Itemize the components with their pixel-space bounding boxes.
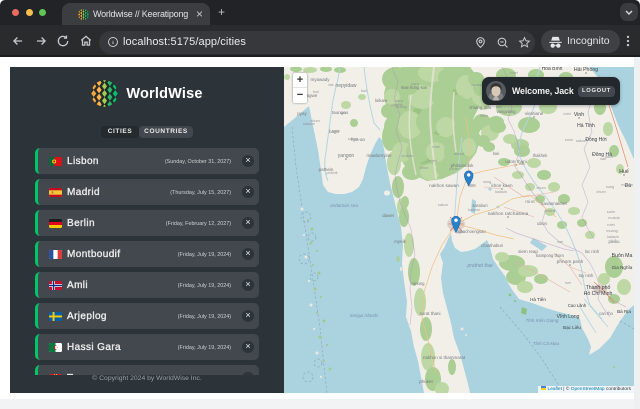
svg-text:phnom penh: phnom penh: [557, 259, 584, 265]
svg-text:nong: nong: [483, 180, 491, 184]
svg-text:tak: tak: [328, 83, 333, 87]
svg-text:sakon: sakon: [348, 137, 358, 141]
svg-text:mergui islands: mergui islands: [350, 313, 379, 318]
svg-text:Gia Nghĩa: Gia Nghĩa: [612, 265, 633, 270]
svg-text:Hải Phòng: Hải Phòng: [574, 67, 598, 73]
svg-text:thakhek: thakhek: [533, 153, 549, 158]
svg-text:muang: muang: [606, 229, 618, 233]
svg-text:sara: sara: [411, 82, 419, 86]
svg-text:kalasin: kalasin: [468, 208, 480, 212]
svg-text:nakhon sawan: nakhon sawan: [429, 183, 459, 188]
svg-text:roi et: roi et: [525, 199, 535, 204]
svg-text:nakhon si thammarat: nakhon si thammarat: [423, 355, 466, 360]
svg-text:nong: nong: [606, 185, 614, 189]
svg-text:yangon: yangon: [338, 153, 355, 159]
svg-text:can tho: can tho: [599, 311, 613, 316]
svg-text:phuket: phuket: [419, 379, 433, 384]
svg-text:buri: buri: [313, 90, 319, 94]
svg-text:chanthaburi: chanthaburi: [481, 243, 503, 248]
svg-text:chum: chum: [596, 190, 605, 194]
svg-text:savannakhet: savannakhet: [541, 201, 567, 206]
svg-text:roiet: roiet: [607, 223, 615, 227]
svg-text:chiang mai: chiang mai: [469, 105, 491, 110]
svg-text:phichit: phichit: [545, 209, 557, 213]
svg-text:pyay: pyay: [297, 111, 307, 116]
svg-text:Huế: Huế: [619, 169, 629, 175]
svg-text:Cao Lãnh: Cao Lãnh: [568, 303, 587, 308]
svg-text:amnat: amnat: [454, 152, 465, 156]
svg-text:Đồng Hới: Đồng Hới: [585, 137, 606, 143]
svg-text:nan: nan: [519, 162, 525, 166]
svg-text:sakon: sakon: [438, 203, 448, 207]
svg-text:mawlamyine: mawlamyine: [366, 153, 392, 158]
svg-text:chum: chum: [310, 119, 319, 123]
svg-text:nan: nan: [340, 111, 346, 115]
svg-text:loc ninh: loc ninh: [585, 249, 600, 254]
svg-text:chum: chum: [536, 186, 545, 190]
svg-text:mukda: mukda: [401, 154, 413, 158]
svg-text:khon kaen: khon kaen: [491, 183, 513, 188]
svg-text:andaman sea: andaman sea: [330, 203, 358, 208]
svg-text:surat thani: surat thani: [419, 311, 440, 316]
svg-text:Hà Tiên: Hà Tiên: [530, 297, 546, 302]
svg-text:nakhon ratchasima: nakhon ratchasima: [488, 211, 529, 217]
svg-text:roiet: roiet: [510, 71, 518, 75]
svg-text:nan: nan: [557, 240, 563, 244]
svg-text:myeik: myeik: [394, 239, 407, 244]
svg-text:Buôn Ma: Buôn Ma: [612, 253, 633, 259]
svg-text:surin: surin: [565, 138, 573, 142]
svg-text:prathet thai: prathet thai: [466, 263, 493, 269]
svg-text:udon: udon: [605, 155, 613, 159]
svg-text:nepyidaw: nepyidaw: [335, 83, 357, 89]
svg-text:Hòa Bình: Hòa Bình: [542, 67, 563, 72]
svg-text:Hồ Chí Minh: Hồ Chí Minh: [584, 291, 613, 297]
svg-text:ubon: ubon: [537, 221, 548, 226]
svg-text:roiet: roiet: [432, 145, 440, 149]
svg-text:buri: buri: [361, 89, 367, 93]
svg-text:phichit: phichit: [327, 171, 339, 175]
svg-text:kampong thom: kampong thom: [536, 253, 564, 258]
svg-text:vangviang: vangviang: [496, 109, 516, 114]
svg-text:phrae: phrae: [449, 167, 459, 171]
svg-text:Bà Rịa: Bà Rịa: [617, 309, 631, 314]
svg-text:loikaw: loikaw: [375, 98, 388, 103]
svg-text:dawei: dawei: [382, 213, 394, 218]
svg-text:mukda: mukda: [608, 216, 620, 220]
svg-text:vientiane: vientiane: [525, 111, 544, 116]
svg-text:phichit: phichit: [392, 103, 404, 107]
svg-text:Tỉnh Cà Mau: Tỉnh Cà Mau: [533, 340, 560, 346]
svg-text:surin: surin: [607, 210, 615, 214]
svg-text:pleiku: pleiku: [609, 239, 621, 244]
svg-text:sakon: sakon: [576, 139, 586, 143]
svg-text:Tỉnh Kiên Giang: Tỉnh Kiên Giang: [526, 317, 559, 323]
svg-text:roiet: roiet: [429, 159, 437, 163]
svg-text:loei: loei: [496, 105, 502, 109]
svg-text:mukda: mukda: [621, 183, 633, 187]
svg-text:Bạc Liêu: Bạc Liêu: [563, 325, 581, 330]
svg-text:roiet: roiet: [563, 112, 571, 116]
svg-text:kalasin: kalasin: [607, 235, 619, 239]
svg-text:surin: surin: [332, 129, 340, 133]
svg-text:ranong: ranong: [411, 281, 425, 286]
svg-text:khon: khon: [420, 166, 428, 170]
svg-text:Hà Tĩnh: Hà Tĩnh: [577, 123, 595, 129]
svg-text:loei: loei: [493, 151, 500, 156]
svg-text:loei: loei: [565, 281, 571, 285]
svg-text:khon: khon: [480, 114, 488, 118]
svg-text:Vinh: Vinh: [574, 112, 584, 118]
svg-text:myawady: myawady: [310, 77, 330, 82]
svg-text:Vĩnh Long: Vĩnh Long: [557, 314, 580, 320]
svg-text:tay ninh: tay ninh: [579, 273, 594, 278]
svg-text:kalasin: kalasin: [495, 190, 507, 194]
